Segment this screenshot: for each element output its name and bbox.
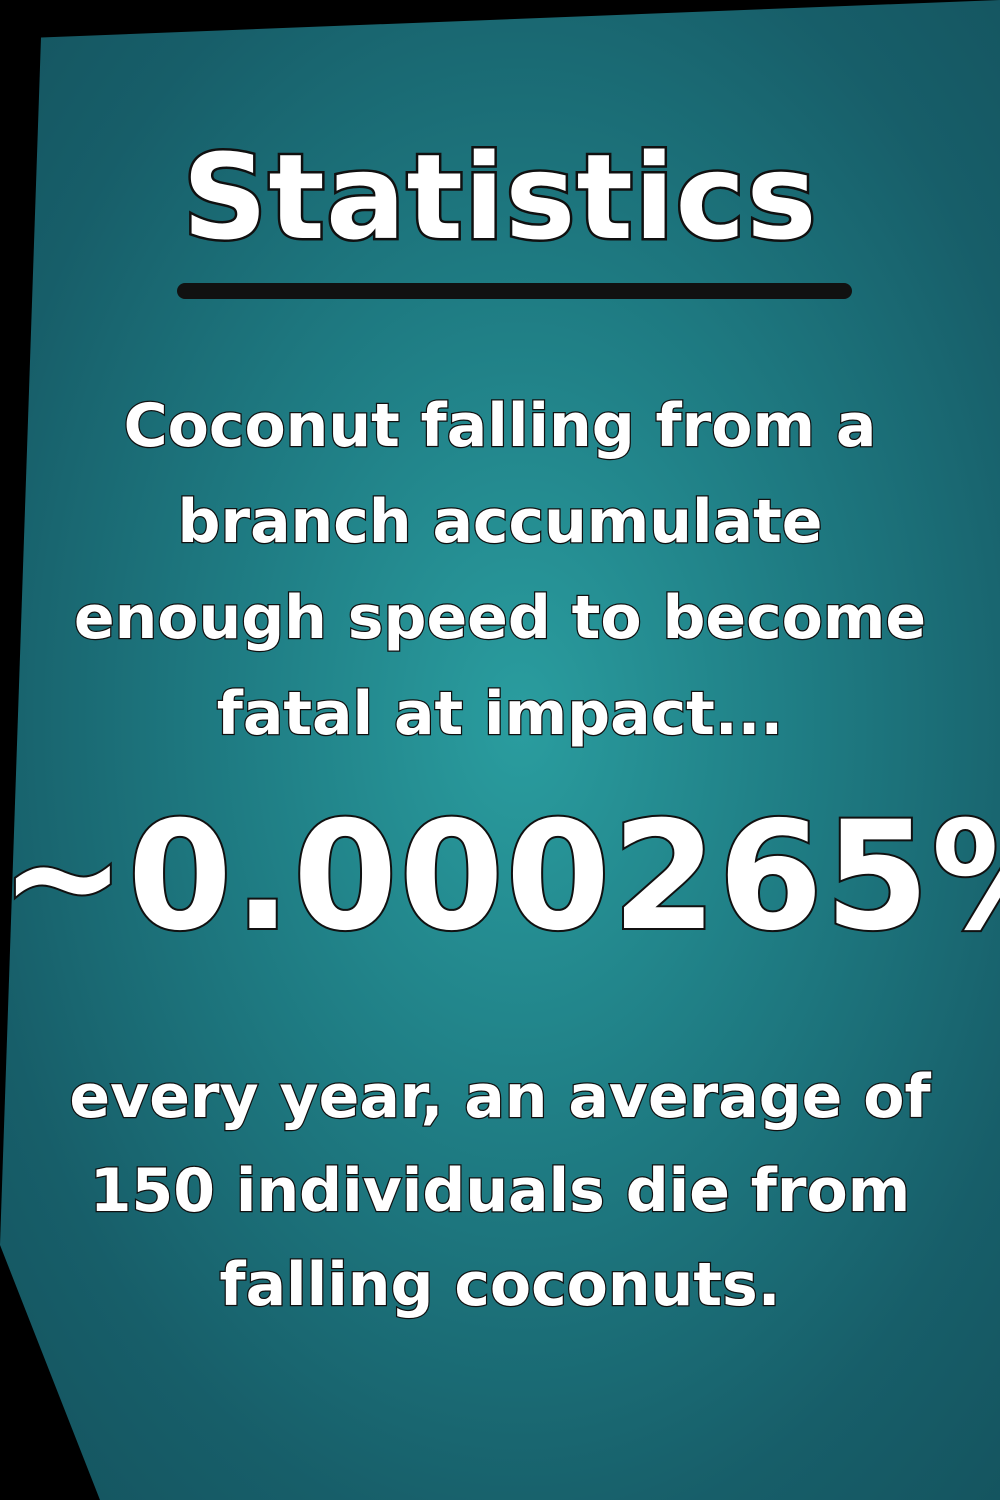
statistic-value: ~0.000265% [0, 788, 1000, 966]
description-line: fatal at impact... [216, 678, 785, 751]
title-underline [177, 283, 852, 299]
description-line: Coconut falling from a [122, 390, 877, 463]
footer-line: 150 individuals die from [89, 1155, 912, 1228]
poster-page: Statistics Coconut falling from a branch… [0, 0, 1000, 1500]
description-text: Coconut falling from a branch accumulate… [0, 378, 1000, 762]
footer-line: falling coconuts. [218, 1249, 782, 1322]
description-line: enough speed to become [73, 582, 928, 655]
description-line: branch accumulate [176, 486, 823, 559]
poster-title: Statistics [180, 126, 819, 269]
footer-text: every year, an average of 150 individual… [0, 1050, 1000, 1332]
footer-line: every year, an average of [68, 1061, 932, 1134]
